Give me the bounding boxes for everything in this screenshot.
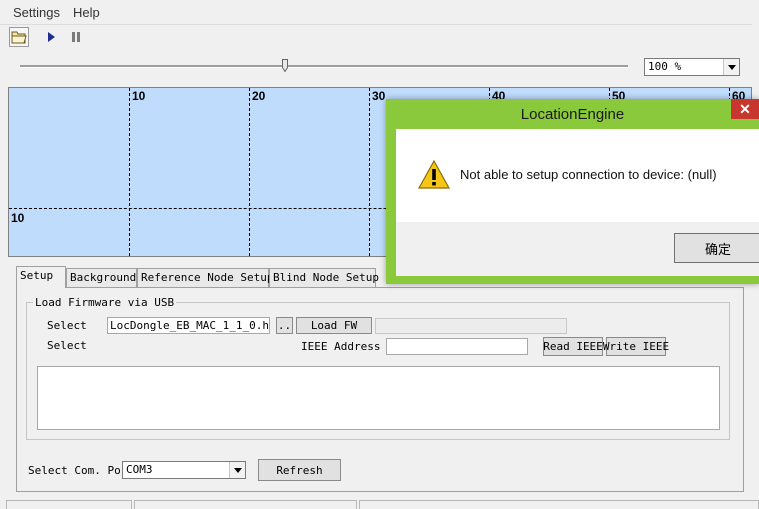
dialog-footer: 确定 [396, 222, 759, 276]
status-pane [6, 500, 132, 509]
firmware-file-field[interactable]: LocDongle_EB_MAC_1_1_0.hex [107, 317, 270, 334]
status-bar [0, 497, 759, 509]
y-tick-label: 10 [11, 211, 25, 225]
dialog-body: Not able to setup connection to device: … [396, 129, 759, 222]
error-dialog: LocationEngine ✕ Not able to setup conne… [386, 99, 759, 284]
ok-button[interactable]: 确定 [674, 233, 759, 263]
select-label: Select [47, 339, 87, 352]
zoom-select[interactable]: 100 % [644, 58, 740, 76]
zoom-slider-thumb[interactable] [282, 59, 288, 73]
browse-button[interactable]: .. [276, 317, 293, 334]
tab-setup[interactable]: Setup [16, 266, 66, 288]
status-pane [359, 500, 759, 509]
tab-reference-node-setup[interactable]: Reference Node Setup [137, 268, 273, 287]
menu-bar: Settings Help [0, 0, 752, 25]
menu-settings[interactable]: Settings [13, 5, 60, 20]
tab-blind-node-setup[interactable]: Blind Node Setup [269, 268, 379, 287]
com-port-label: Select Com. Po [28, 464, 121, 477]
pause-button[interactable] [66, 27, 86, 47]
pause-icon [72, 32, 80, 42]
write-ieee-button[interactable]: Write IEEE [603, 337, 669, 356]
chevron-down-icon[interactable] [229, 462, 245, 478]
com-port-value: COM3 [126, 463, 153, 476]
status-pane [134, 500, 357, 509]
load-fw-button[interactable]: Load FW [296, 317, 372, 334]
grid-line [249, 88, 250, 256]
select-label: Select [47, 319, 87, 332]
x-tick-label: 30 [372, 89, 386, 103]
menu-help[interactable]: Help [73, 5, 100, 20]
log-output-area[interactable] [37, 366, 720, 430]
grid-line [369, 88, 370, 256]
com-port-select[interactable]: COM3 [122, 461, 246, 479]
dialog-title: LocationEngine [520, 106, 625, 123]
folder-open-icon [11, 31, 27, 44]
tab-background[interactable]: Background [66, 268, 137, 287]
dialog-message: Not able to setup connection to device: … [460, 167, 717, 182]
ieee-address-label: IEEE Address [301, 340, 381, 353]
chevron-down-icon[interactable] [723, 59, 739, 75]
zoom-slider-track[interactable] [20, 65, 628, 68]
close-icon[interactable]: ✕ [731, 99, 759, 119]
warning-icon [418, 160, 450, 189]
toolbar [0, 25, 752, 49]
zoom-value: 100 % [648, 60, 682, 73]
open-button[interactable] [9, 27, 29, 47]
grid-line [129, 88, 130, 256]
x-tick-label: 20 [252, 89, 266, 103]
ieee-address-field[interactable] [386, 338, 528, 355]
read-ieee-button[interactable]: Read IEEE [543, 337, 603, 356]
refresh-button[interactable]: Refresh [258, 459, 341, 481]
group-title: Load Firmware via USB [33, 296, 177, 309]
load-progress-bar [375, 318, 567, 334]
play-button[interactable] [41, 27, 61, 47]
x-tick-label: 10 [132, 89, 146, 103]
play-icon [48, 32, 55, 42]
